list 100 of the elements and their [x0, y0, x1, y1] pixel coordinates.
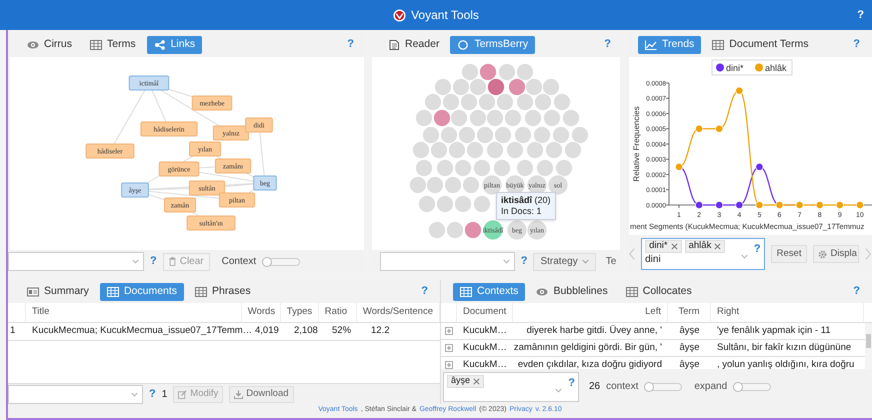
- reset-button[interactable]: Reset: [770, 245, 808, 263]
- tab[interactable]: Cirrus: [20, 36, 79, 54]
- query-tag[interactable]: dini*: [645, 240, 682, 253]
- tab[interactable]: Summary: [20, 282, 96, 300]
- expand-icon[interactable]: [445, 344, 453, 352]
- term-bubble[interactable]: [516, 159, 534, 177]
- column-header[interactable]: Types: [286, 305, 312, 320]
- term-bubble[interactable]: [422, 126, 440, 144]
- slider-thumb[interactable]: [733, 382, 744, 392]
- help-button[interactable]: ?: [347, 36, 354, 53]
- strategy-button[interactable]: Strategy: [533, 252, 596, 270]
- help-button[interactable]: ?: [520, 253, 528, 270]
- term-bubble[interactable]: [462, 176, 480, 194]
- term-bubble[interactable]: [571, 126, 589, 144]
- legend-item[interactable]: ahlâk: [755, 63, 787, 73]
- term-bubble[interactable]: [458, 126, 476, 144]
- term-bubble[interactable]: [424, 93, 442, 111]
- term-bubble[interactable]: [487, 78, 505, 96]
- term-bubble[interactable]: [524, 109, 542, 127]
- search-field[interactable]: [8, 384, 143, 404]
- term-bubble[interactable]: [418, 195, 436, 213]
- term-bubble[interactable]: [504, 109, 522, 127]
- term-bubble[interactable]: [506, 141, 524, 159]
- tab[interactable]: Reader: [381, 36, 446, 54]
- term-bubble[interactable]: [479, 63, 497, 81]
- term-bubble[interactable]: [542, 78, 560, 96]
- dropdown-caret-icon[interactable]: [502, 258, 510, 265]
- term-bubble[interactable]: [409, 176, 427, 194]
- term-bubble[interactable]: [536, 159, 554, 177]
- term-bubble[interactable]: [446, 221, 464, 239]
- term-bubble[interactable]: [493, 159, 511, 177]
- term-bubble[interactable]: [444, 176, 462, 194]
- dropdown-caret-icon[interactable]: [132, 258, 139, 265]
- term-bubble[interactable]: [440, 126, 458, 144]
- column-header[interactable]: Left: [645, 305, 661, 320]
- term-bubble[interactable]: [496, 93, 514, 111]
- column-header[interactable]: Right: [717, 305, 740, 320]
- term-bubble[interactable]: [486, 141, 504, 159]
- term-bubble[interactable]: [476, 126, 494, 144]
- legend-item[interactable]: dini*: [716, 63, 744, 73]
- term-bubble[interactable]: [553, 93, 571, 111]
- column-header[interactable]: Document: [463, 305, 506, 320]
- search-field[interactable]: [8, 252, 144, 271]
- term-bubble[interactable]: [434, 78, 452, 96]
- term-bubble[interactable]: [412, 141, 430, 159]
- term-bubble[interactable]: [473, 195, 491, 213]
- term-bubble[interactable]: [460, 93, 478, 111]
- column-header[interactable]: Title: [32, 305, 50, 320]
- term-bubble[interactable]: [473, 159, 491, 177]
- query-tag[interactable]: âyşe: [447, 374, 484, 388]
- term-bubble[interactable]: [534, 93, 552, 111]
- term-bubble[interactable]: [426, 176, 444, 194]
- help-button[interactable]: ?: [149, 386, 156, 402]
- term-bubble[interactable]: [562, 109, 580, 127]
- term-bubble[interactable]: [552, 126, 570, 144]
- term-bubble[interactable]: [430, 141, 448, 159]
- tab-label[interactable]: Te: [606, 254, 616, 269]
- dropdown-caret-icon[interactable]: [131, 390, 138, 398]
- term-bubble[interactable]: [448, 141, 466, 159]
- help-button[interactable]: ?: [150, 253, 157, 270]
- term-bubble[interactable]: [454, 195, 472, 213]
- remove-icon[interactable]: [714, 243, 722, 250]
- term-bubble[interactable]: [452, 78, 470, 96]
- term-bubble[interactable]: [564, 141, 582, 159]
- term-bubble[interactable]: [525, 78, 543, 96]
- query-field[interactable]: âyşe ?: [443, 372, 579, 402]
- help-button[interactable]: ?: [568, 374, 575, 391]
- help-button[interactable]: ?: [754, 241, 761, 258]
- dropdown-caret-icon[interactable]: [740, 253, 748, 260]
- term-bubble[interactable]: [543, 109, 561, 127]
- slider[interactable]: [644, 382, 682, 390]
- tab[interactable]: Phrases: [188, 282, 258, 300]
- slider-thumb[interactable]: [262, 256, 272, 266]
- term-bubble[interactable]: [466, 141, 484, 159]
- term-bubble[interactable]: [436, 159, 454, 177]
- help-button[interactable]: ?: [853, 36, 860, 53]
- display-button[interactable]: Displa: [813, 245, 859, 263]
- term-bubble[interactable]: [545, 141, 563, 159]
- term-bubble[interactable]: [514, 126, 532, 144]
- column-header[interactable]: Ratio: [324, 305, 347, 320]
- column-header[interactable]: Term: [678, 305, 700, 320]
- term-bubble[interactable]: [415, 159, 433, 177]
- term-bubble[interactable]: [436, 195, 454, 213]
- term-bubble[interactable]: [450, 109, 468, 127]
- remove-icon[interactable]: [670, 243, 678, 250]
- help-button[interactable]: ?: [853, 283, 860, 300]
- term-bubble[interactable]: [433, 109, 451, 127]
- term-bubble[interactable]: [464, 221, 482, 239]
- download-button[interactable]: Download: [229, 386, 294, 402]
- term-bubble[interactable]: [469, 78, 487, 96]
- term-bubble[interactable]: [555, 159, 573, 177]
- tab[interactable]: Bubblelines: [529, 282, 615, 300]
- term-bubble[interactable]: [498, 63, 516, 81]
- query-field[interactable]: dini* ahlâk dini ?: [641, 238, 765, 270]
- help-button[interactable]: ?: [604, 36, 611, 53]
- column-header[interactable]: Words: [248, 305, 276, 320]
- tab[interactable]: Terms: [83, 36, 143, 54]
- slider[interactable]: [262, 258, 300, 266]
- remove-icon[interactable]: [473, 378, 480, 384]
- slider-thumb[interactable]: [644, 382, 654, 392]
